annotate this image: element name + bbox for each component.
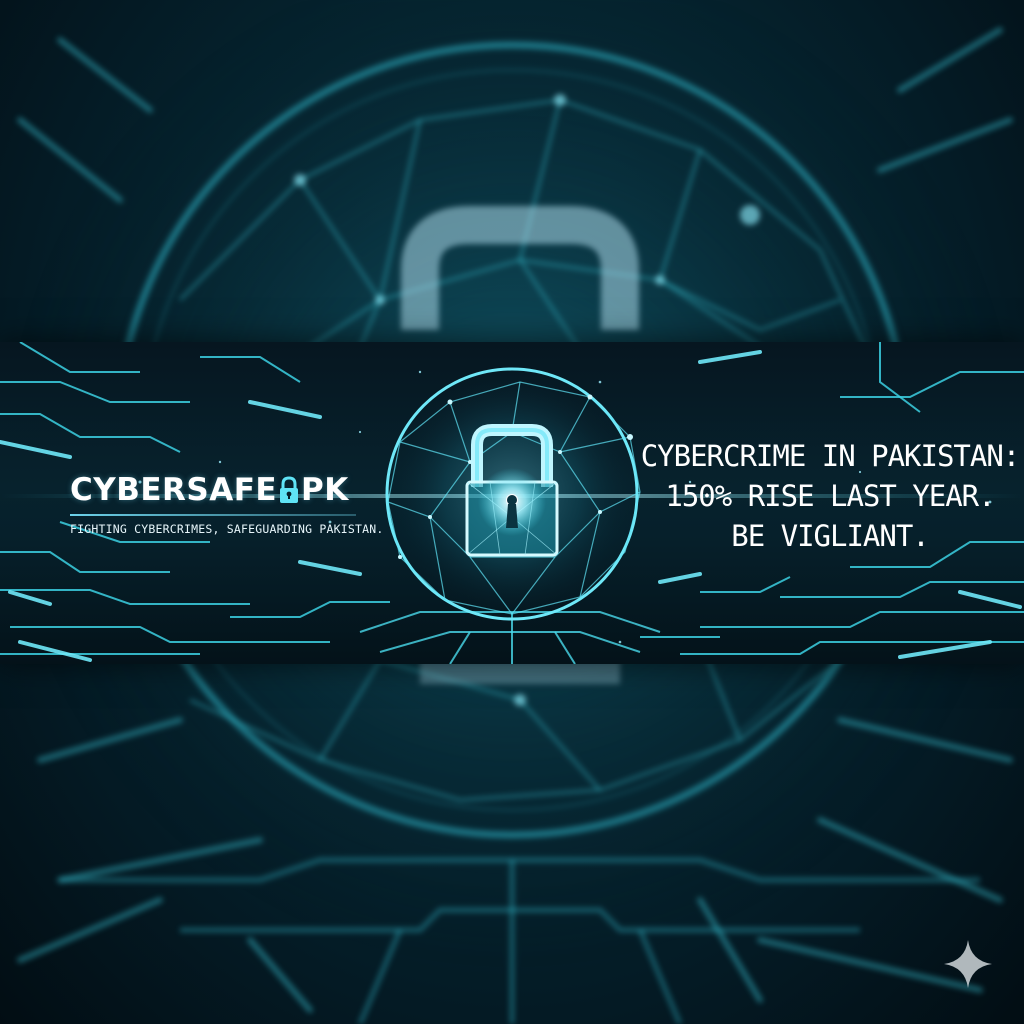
sparkle-icon (944, 940, 992, 988)
brand-name-right: PK (301, 472, 349, 508)
banner: CYBERSAFE PK FIGHTING CYBERCRIMES, SAFEG… (0, 342, 1024, 664)
brand-tagline: FIGHTING CYBERCRIMES, SAFEGUARDING PAKIS… (70, 522, 384, 536)
brand-name-left: CYBERSAFE (70, 472, 278, 508)
poster-scene: CYBERSAFE PK FIGHTING CYBERCRIMES, SAFEG… (0, 0, 1024, 1024)
brand-block: CYBERSAFE PK FIGHTING CYBERCRIMES, SAFEG… (70, 470, 384, 536)
headline-line-1: CYBERCRIME IN PAKISTAN: (640, 439, 1021, 473)
headline-line-3: BE VIGLIANT. (731, 519, 930, 553)
headline: CYBERCRIME IN PAKISTAN: 150% RISE LAST Y… (640, 436, 1021, 556)
brand-divider (70, 514, 356, 516)
headline-line-2: 150% RISE LAST YEAR. (665, 479, 995, 513)
brand-logo: CYBERSAFE PK (70, 470, 370, 510)
padlock-icon (280, 476, 299, 503)
